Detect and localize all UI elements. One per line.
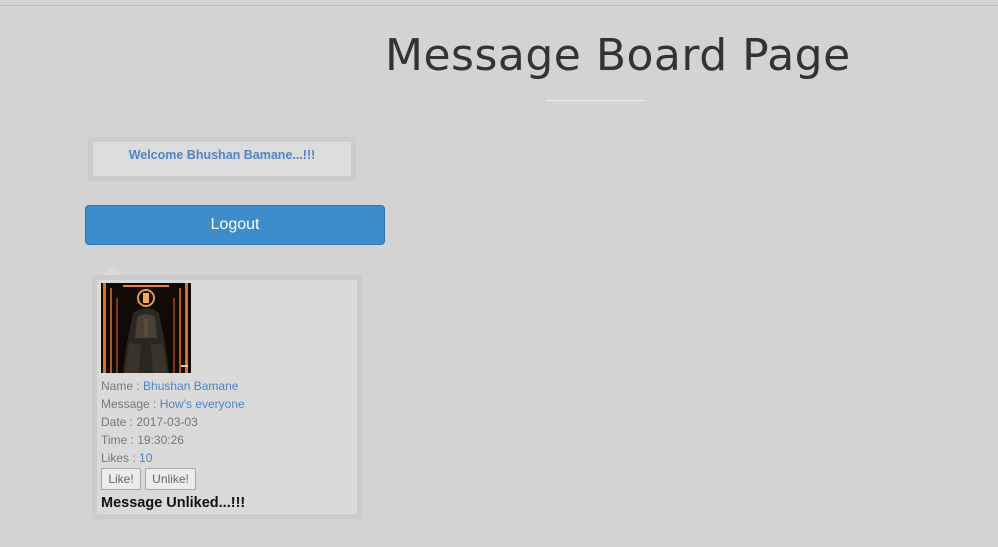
date-label: Date :	[101, 415, 137, 429]
top-border	[0, 5, 998, 6]
post-name: Name : Bhushan Bamane	[101, 379, 238, 393]
post-likes: Likes : 10	[101, 451, 152, 465]
page-title: Message Board Page	[385, 30, 851, 81]
welcome-box: Welcome Bhushan Bamane...!!!	[88, 137, 356, 181]
likes-count: 10	[139, 451, 153, 465]
card-pointer	[104, 265, 122, 275]
like-button[interactable]: Like!	[101, 468, 141, 490]
message-card: Name : Bhushan Bamane Message : How's ev…	[92, 275, 362, 519]
time-label: Time :	[101, 433, 138, 447]
welcome-message: Welcome Bhushan Bamane...!!!	[128, 148, 316, 162]
post-time: Time : 19:30:26	[101, 433, 184, 447]
title-underline	[546, 100, 645, 101]
author-name: Bhushan Bamane	[143, 379, 239, 393]
status-message: Message Unliked...!!!	[101, 495, 246, 511]
post-date: Date : 2017-03-03	[101, 415, 198, 429]
post-message: Message : How's everyone	[101, 397, 245, 411]
unlike-button[interactable]: Unlike!	[145, 468, 196, 490]
likes-label: Likes :	[101, 451, 140, 465]
time-value: 19:30:26	[137, 433, 184, 447]
name-label: Name :	[101, 379, 144, 393]
logout-button[interactable]: Logout	[85, 205, 385, 245]
avatar	[101, 283, 191, 373]
avatar-image	[101, 283, 191, 373]
message-label: Message :	[101, 397, 160, 411]
date-value: 2017-03-03	[136, 415, 198, 429]
message-text: How's everyone	[159, 397, 245, 411]
